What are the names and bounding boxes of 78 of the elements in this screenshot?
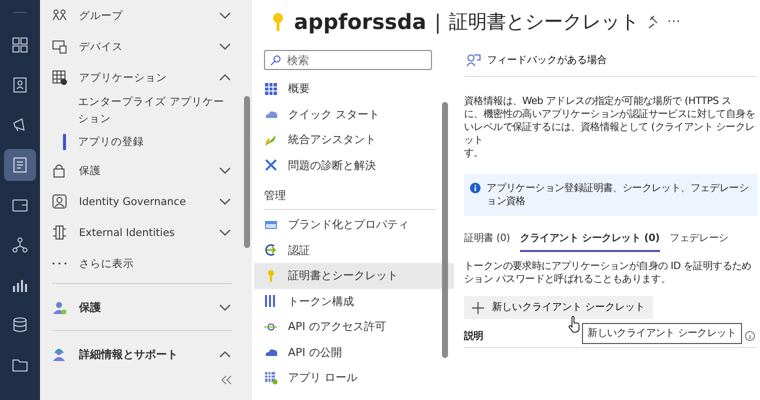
feedback-button[interactable]: フィードバックがある場合 [464,51,609,69]
person-support-icon [52,346,67,362]
description-text: いレベルで保証するには、資格情報として (クライアント シークレット [464,121,756,147]
lock-icon [52,163,67,178]
new-secret-button[interactable]: 新しいクライアント シークレット [464,296,654,319]
nav-section[interactable]: 詳細情報とサポート [52,335,232,373]
double-chevron-left-icon[interactable] [221,375,232,385]
menu-item[interactable]: API のアクセス許可 [254,314,454,340]
more-icon [52,262,67,265]
nav-section[interactable]: 保護 [52,288,232,326]
menu-item[interactable]: 証明書とシークレット [254,263,454,288]
title-separator: | [434,10,442,34]
nav-item[interactable]: Identity Governance [52,186,232,217]
nav-item[interactable]: External Identities [52,217,232,248]
chevron-down-icon[interactable] [218,227,232,238]
nav-item[interactable]: デバイス [52,31,232,62]
hierarchy-icon [12,237,28,253]
chevron-up-icon[interactable] [218,72,232,83]
description-text: 資格情報は、Web アドレスの指定が可能な場所で (HTTPS ス [464,95,732,108]
wallet-icon [12,197,28,213]
chevron-down-icon[interactable] [218,302,232,312]
section-heading: 管理 [264,178,436,210]
badge-person-icon [52,194,67,209]
tab[interactable]: フェデレーシ [670,228,728,252]
chevron-up-icon[interactable] [218,348,232,360]
app-grid-icon [52,70,67,85]
nav-item[interactable]: グループ [52,0,232,31]
description-text: す。 [464,147,484,160]
chevron-down-icon[interactable] [218,165,232,176]
more-button[interactable]: ··· [667,14,680,30]
chevron-down-icon[interactable] [218,10,232,21]
menu-item[interactable]: トークン構成 [254,288,454,314]
devices-icon [52,39,67,54]
plus-icon [472,302,484,314]
contact-card-icon [12,77,28,93]
search-icon [270,55,281,66]
nav-subitem[interactable]: エンタープライズ アプリケーション [52,93,232,129]
database-icon [12,317,28,333]
menu-item[interactable]: 概要 [254,76,454,102]
chevron-down-icon[interactable] [218,196,232,207]
info-text: アプリケーション登録証明書、シークレット、フェデレーション資格 [486,182,750,208]
grid-icon [12,37,28,53]
tab[interactable]: クライアント シークレット (0) [520,228,660,252]
chevron-down-icon[interactable] [218,41,232,52]
document-icon [12,157,28,173]
menu-item[interactable]: クイック スタート [254,102,454,127]
page-title: 証明書とシークレット [449,10,640,35]
people-icon [52,8,67,23]
menu-item[interactable]: 認証 [254,238,454,263]
app-name: appforssda [294,10,426,34]
tab-description: トークンの要求時にアプリケーションが自身の ID を証明するため [464,260,752,273]
info-icon [470,182,481,194]
nav-item[interactable]: さらに表示 [52,248,232,279]
column-header: 説明 [464,330,484,342]
tab[interactable]: 証明書 (0) [464,228,510,252]
scrollbar[interactable] [244,96,250,248]
grid-icon [264,82,278,96]
info-icon [745,331,755,341]
menu-item[interactable]: 問題の診断と解決 [254,152,454,178]
tab-description: ション パスワードと呼ばれることもあります。 [464,273,672,286]
description-text: に、機密性の高いアプリケーションが認証サービスに対して自身を [464,108,756,121]
feedback-person-icon [466,53,481,67]
search-field[interactable]: 検索 [264,50,432,70]
bars-icon [264,294,278,308]
bar-chart-icon [12,277,28,293]
rail-button[interactable] [4,149,36,181]
menu-item[interactable]: API の公開 [254,340,454,365]
grid-person-icon [264,370,278,385]
menu-item[interactable]: アプリ ロール [254,365,454,390]
arrow-circle-icon [264,243,278,258]
folder-icon [12,357,28,373]
nav-item[interactable]: アプリケーション [52,62,232,93]
hand-cursor-icon [568,316,580,333]
nav-subitem[interactable]: アプリの登録 [52,129,232,155]
key-icon [270,12,286,32]
tooltip: 新しいクライアント シークレット [582,323,742,344]
scrollbar[interactable] [442,102,448,358]
nav-item[interactable]: 保護 [52,155,232,186]
